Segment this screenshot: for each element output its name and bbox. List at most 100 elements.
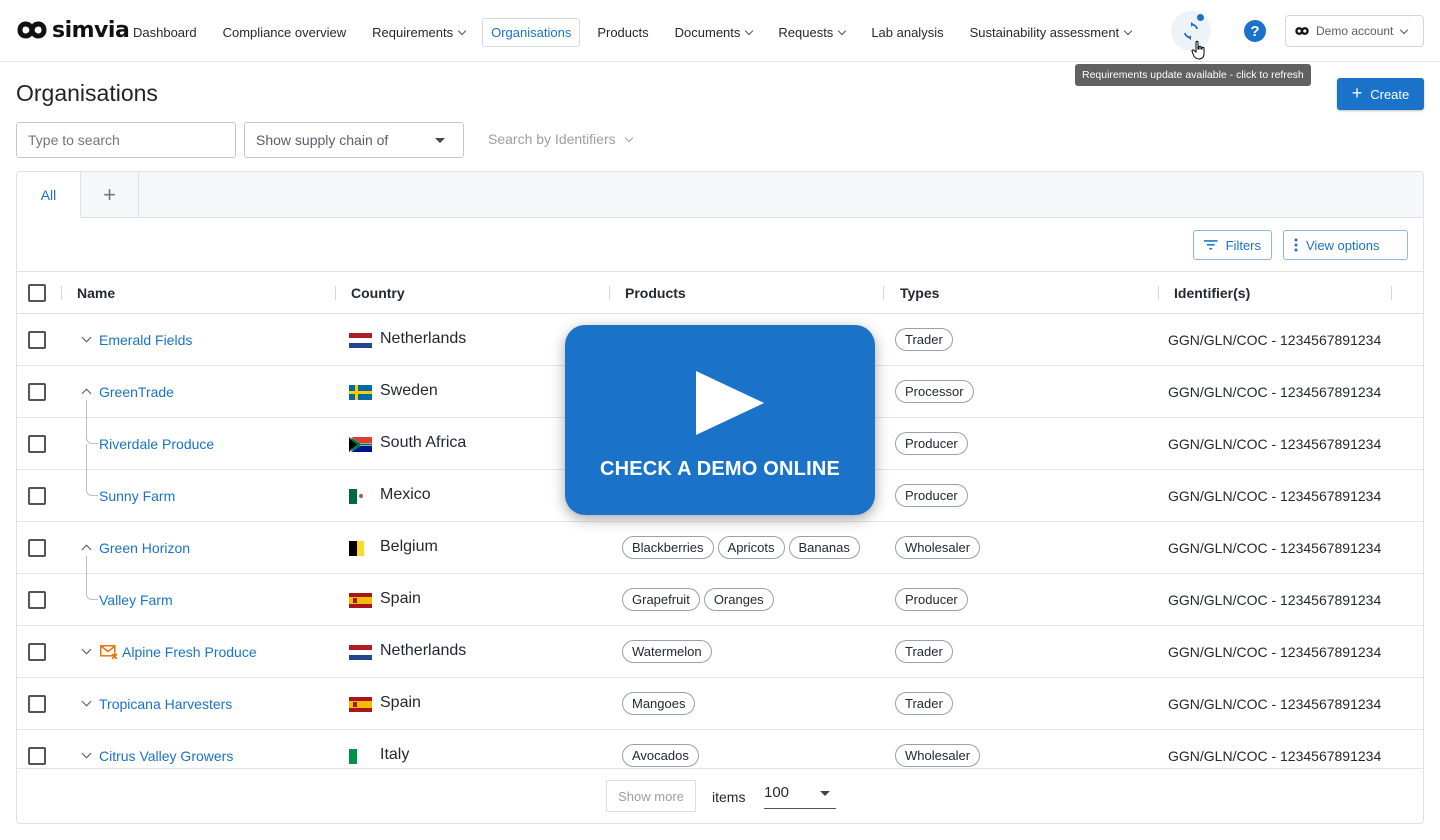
help-icon[interactable]: ?: [1244, 20, 1266, 42]
chevron-down-icon: [1123, 26, 1133, 36]
identifier-cell: GGN/GLN/COC - 1234567891234: [1168, 748, 1382, 764]
table-row[interactable]: Tropicana Harvesters Spain Mangoes Trader GG…: [17, 678, 1423, 730]
organisation-name-link[interactable]: Emerald Fields: [99, 332, 192, 348]
nav-item-label: Organisations: [491, 25, 572, 40]
items-per-page-value: 100: [764, 784, 790, 801]
table-row[interactable]: Alpine Fresh Produce Netherlands Watermelo…: [17, 626, 1423, 678]
nav-item-products[interactable]: Products: [588, 18, 657, 47]
types-cell: Processor: [895, 380, 978, 403]
supply-chain-select[interactable]: Show supply chain of: [244, 122, 464, 158]
type-chip: Producer: [895, 588, 968, 611]
nav-item-label: Documents: [674, 25, 741, 40]
table-header: Name Country Products Types Identifier(s…: [17, 272, 1423, 314]
row-checkbox[interactable]: [28, 747, 46, 765]
help-glyph: ?: [1250, 22, 1260, 40]
collapse-chevron-icon[interactable]: [81, 386, 93, 398]
nav-item-requests[interactable]: Requests: [769, 18, 854, 47]
flag-es-icon: [349, 593, 372, 608]
types-cell: Trader: [895, 640, 957, 663]
nav-item-requirements[interactable]: Requirements: [363, 18, 474, 47]
organisation-name-link[interactable]: Sunny Farm: [99, 488, 175, 504]
column-separator[interactable]: [1158, 286, 1159, 300]
country-cell: Netherlands: [380, 642, 467, 659]
nav-item-documents[interactable]: Documents: [666, 18, 762, 47]
identifier-cell: GGN/GLN/COC - 1234567891234: [1168, 436, 1382, 452]
type-chip: Trader: [895, 692, 953, 715]
table-row[interactable]: Green Horizon Belgium Blackberries Apricots…: [17, 522, 1423, 574]
filters-button[interactable]: Filters: [1193, 230, 1272, 260]
organisation-name-link[interactable]: Tropicana Harvesters: [99, 696, 232, 712]
table-toolbar: Filters View options: [17, 218, 1423, 272]
create-button[interactable]: + Create: [1337, 78, 1424, 110]
flag-be-icon: [349, 541, 372, 556]
row-checkbox[interactable]: [28, 383, 46, 401]
nav-item-compliance-overview[interactable]: Compliance overview: [214, 18, 356, 47]
column-separator[interactable]: [883, 286, 884, 300]
column-separator[interactable]: [335, 286, 336, 300]
column-header-name[interactable]: Name: [77, 285, 115, 301]
row-checkbox[interactable]: [28, 487, 46, 505]
column-header-types[interactable]: Types: [900, 285, 939, 301]
organisation-name-link[interactable]: Riverdale Produce: [99, 436, 214, 452]
nav-item-lab-analysis[interactable]: Lab analysis: [862, 18, 952, 47]
chevron-down-icon: [1400, 25, 1409, 34]
search-input[interactable]: [16, 122, 236, 158]
row-checkbox[interactable]: [28, 331, 46, 349]
type-chip: Producer: [895, 484, 968, 507]
add-tab-button[interactable]: +: [81, 172, 139, 218]
row-checkbox[interactable]: [28, 591, 46, 609]
column-header-country[interactable]: Country: [351, 285, 405, 301]
refresh-icon: [1183, 21, 1199, 41]
row-checkbox[interactable]: [28, 643, 46, 661]
types-cell: Trader: [895, 328, 957, 351]
plus-icon: +: [1351, 82, 1363, 103]
table-row[interactable]: Valley Farm Spain Grapefruit Oranges Produce…: [17, 556, 1423, 626]
organisation-name-link[interactable]: Alpine Fresh Produce: [122, 644, 257, 660]
filter-icon: [1204, 240, 1218, 250]
column-separator[interactable]: [609, 286, 610, 300]
organisation-name-link[interactable]: GreenTrade: [99, 384, 174, 400]
select-all-checkbox[interactable]: [28, 284, 46, 302]
items-per-page-select[interactable]: 100: [764, 781, 836, 809]
country-cell: Spain: [380, 694, 421, 711]
organisation-name-link[interactable]: Green Horizon: [99, 540, 190, 556]
country-cell: Netherlands: [380, 330, 467, 347]
expand-chevron-icon[interactable]: [81, 646, 93, 658]
demo-video-overlay[interactable]: CHECK A DEMO ONLINE: [565, 325, 875, 515]
product-chip: Mangoes: [622, 692, 696, 715]
column-separator[interactable]: [1391, 286, 1392, 300]
identifier-cell: GGN/GLN/COC - 1234567891234: [1168, 540, 1382, 556]
create-label: Create: [1370, 86, 1410, 102]
organisation-name-link[interactable]: Citrus Valley Growers: [99, 748, 233, 764]
type-chip: Trader: [895, 328, 953, 351]
column-header-products[interactable]: Products: [625, 285, 686, 301]
tree-connector: [86, 400, 98, 444]
types-cell: Wholesaler: [895, 536, 984, 559]
identifier-search-dropdown[interactable]: Search by Identifiers: [488, 131, 633, 147]
product-chip: Avocados: [622, 744, 699, 767]
show-more-button[interactable]: Show more: [606, 780, 696, 812]
column-header-identifiers[interactable]: Identifier(s): [1174, 285, 1250, 301]
types-cell: Producer: [895, 588, 972, 611]
nav-item-label: Requests: [778, 25, 834, 40]
expand-chevron-icon[interactable]: [81, 334, 93, 346]
nav-item-organisations[interactable]: Organisations: [482, 18, 581, 47]
identifier-search-label: Search by Identifiers: [488, 131, 616, 147]
row-checkbox[interactable]: [28, 539, 46, 557]
account-logo-icon: [1295, 27, 1309, 35]
simvia-logo[interactable]: simvia: [16, 17, 130, 43]
collapse-chevron-icon[interactable]: [81, 542, 93, 554]
chevron-down-icon: [624, 133, 633, 142]
organisation-name-link[interactable]: Valley Farm: [99, 592, 173, 608]
identifier-cell: GGN/GLN/COC - 1234567891234: [1168, 696, 1382, 712]
row-checkbox[interactable]: [28, 435, 46, 453]
chevron-down-icon: [457, 26, 467, 36]
account-switcher[interactable]: Demo account: [1285, 15, 1424, 47]
nav-item-sustainability-assessment[interactable]: Sustainability assessment: [961, 18, 1141, 47]
row-checkbox[interactable]: [28, 695, 46, 713]
view-options-button[interactable]: View options: [1283, 230, 1408, 260]
expand-chevron-icon[interactable]: [81, 698, 93, 710]
nav-item-dashboard[interactable]: Dashboard: [124, 18, 206, 47]
expand-chevron-icon[interactable]: [81, 750, 93, 762]
tab-all[interactable]: All: [17, 172, 81, 218]
